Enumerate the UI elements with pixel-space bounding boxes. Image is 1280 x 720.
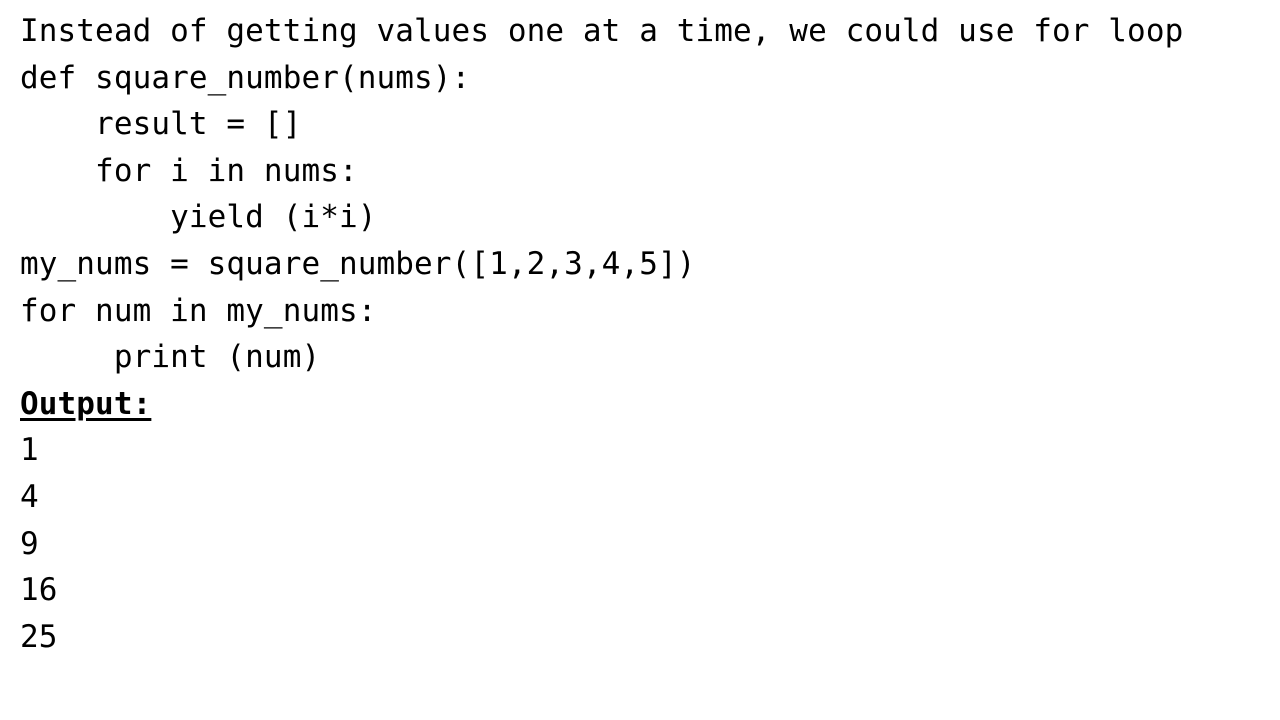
code-line: print (num) xyxy=(20,339,321,376)
output-line: 16 xyxy=(20,572,58,609)
output-line: 1 xyxy=(20,432,39,469)
slide-content: Instead of getting values one at a time,… xyxy=(20,8,1260,660)
output-line: 9 xyxy=(20,525,39,562)
code-line: for i in nums: xyxy=(20,152,358,189)
output-line: 25 xyxy=(20,618,58,655)
code-line: for num in my_nums: xyxy=(20,292,377,329)
code-line: my_nums = square_number([1,2,3,4,5]) xyxy=(20,245,696,282)
code-line: def square_number(nums): xyxy=(20,59,471,96)
output-block: 1 4 9 16 25 xyxy=(20,427,1260,660)
code-line: yield (i*i) xyxy=(20,199,377,236)
output-heading: Output: xyxy=(20,385,152,422)
output-line: 4 xyxy=(20,478,39,515)
code-line: result = [] xyxy=(20,106,302,143)
intro-text: Instead of getting values one at a time,… xyxy=(20,13,1184,49)
code-block: def square_number(nums): result = [] for… xyxy=(20,55,1260,381)
